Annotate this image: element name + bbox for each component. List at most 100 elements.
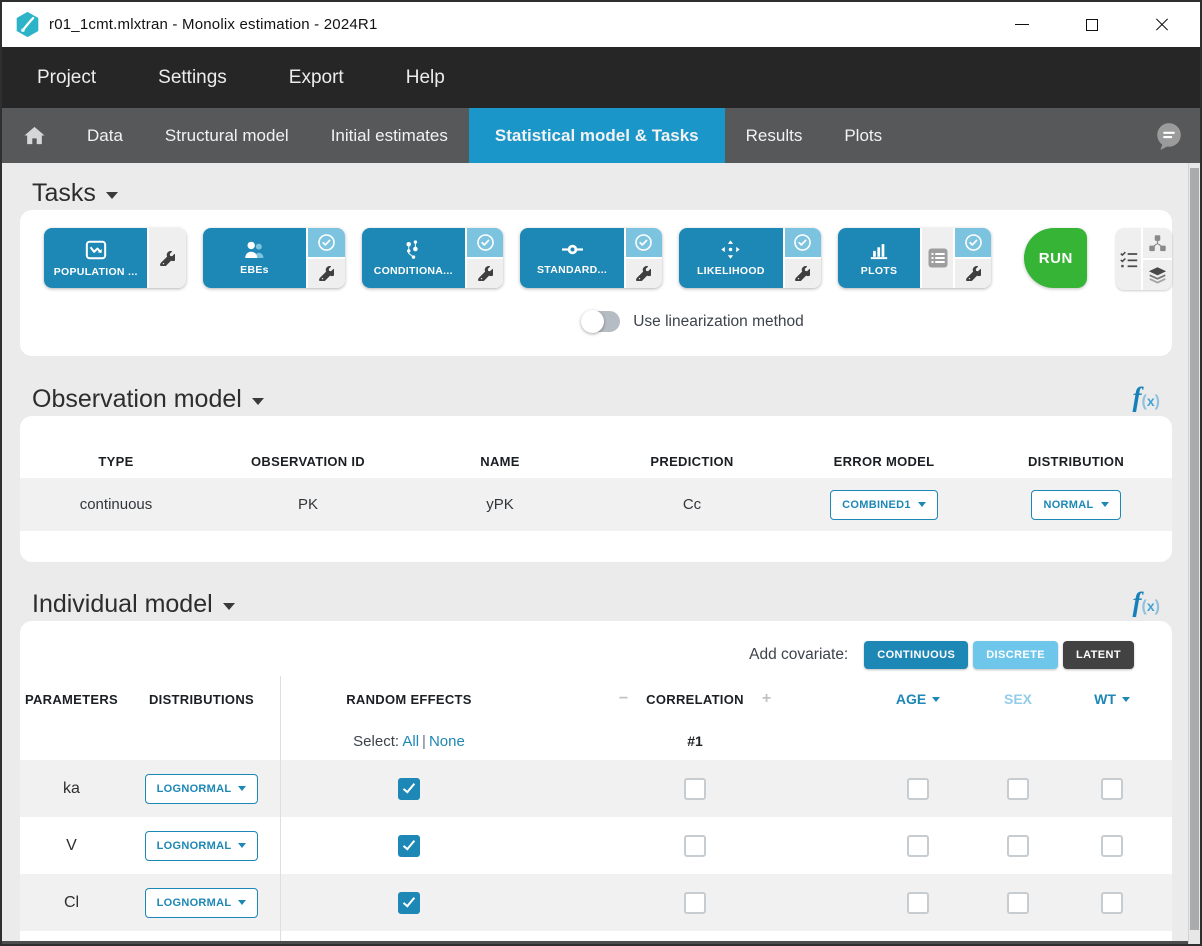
population-parameters-icon xyxy=(85,239,107,261)
correlation-label: CORRELATION xyxy=(646,692,744,707)
feedback-chat-icon[interactable] xyxy=(1154,121,1184,151)
age-checkbox-ka[interactable] xyxy=(907,778,929,800)
task-standard-errors-enabled[interactable] xyxy=(626,228,662,257)
layers-button[interactable] xyxy=(1143,258,1172,290)
collapse-caret-icon[interactable] xyxy=(106,192,118,199)
correlation-checkbox-ka[interactable] xyxy=(684,778,706,800)
random-effect-checkbox-cl[interactable] xyxy=(398,892,420,914)
add-latent-covariate-button[interactable]: LATENT xyxy=(1063,641,1134,669)
minimize-icon xyxy=(1015,24,1029,25)
chevron-down-icon xyxy=(1122,697,1130,702)
tab-results[interactable]: Results xyxy=(725,108,824,163)
covariate-sex-label: SEX xyxy=(1004,691,1032,707)
task-plots-settings[interactable] xyxy=(955,257,991,288)
correlation-checkbox-v[interactable] xyxy=(684,835,706,857)
linearization-row: Use linearization method xyxy=(44,311,1172,332)
covariate-age-dropdown[interactable]: AGE xyxy=(852,691,984,707)
content-area: Tasks POPULATION ... xyxy=(2,163,1200,944)
sex-checkbox-ka[interactable] xyxy=(1007,778,1029,800)
collapse-caret-icon[interactable] xyxy=(252,398,264,405)
task-conditional-main[interactable]: CONDITIONA... xyxy=(362,228,465,288)
task-conditional-enabled[interactable] xyxy=(467,228,503,257)
menu-export[interactable]: Export xyxy=(289,67,344,89)
add-continuous-covariate-button[interactable]: CONTINUOUS xyxy=(864,641,968,669)
distribution-value: LOGNORMAL xyxy=(157,783,232,795)
tab-bar: Data Structural model Initial estimates … xyxy=(2,108,1200,163)
task-ebes-settings[interactable] xyxy=(308,257,344,288)
task-likelihood-enabled[interactable] xyxy=(785,228,821,257)
chevron-down-icon xyxy=(918,502,926,507)
distribution-dropdown[interactable]: NORMAL xyxy=(1031,490,1120,520)
task-standard-errors[interactable]: STANDARD... xyxy=(520,228,662,288)
remove-correlation-button[interactable]: − xyxy=(619,690,628,708)
age-checkbox-v[interactable] xyxy=(907,835,929,857)
menu-help[interactable]: Help xyxy=(406,67,445,89)
individual-model-title: Individual model xyxy=(32,590,213,619)
sex-checkbox-cl[interactable] xyxy=(1007,892,1029,914)
select-none-link[interactable]: None xyxy=(429,733,465,750)
tab-structural-model[interactable]: Structural model xyxy=(144,108,310,163)
wt-checkbox-v[interactable] xyxy=(1101,835,1123,857)
task-standard-errors-settings[interactable] xyxy=(626,257,662,288)
task-likelihood-main[interactable]: LIKELIHOOD xyxy=(679,228,782,288)
tab-plots[interactable]: Plots xyxy=(823,108,903,163)
task-standard-errors-main[interactable]: STANDARD... xyxy=(520,228,623,288)
task-likelihood-settings[interactable] xyxy=(785,257,821,288)
vertical-scrollbar[interactable] xyxy=(1188,163,1200,944)
tasks-section-head: Tasks xyxy=(32,176,1172,210)
sex-checkbox-v[interactable] xyxy=(1007,835,1029,857)
scrollbar-thumb[interactable] xyxy=(1190,168,1199,930)
task-plots-list-button[interactable] xyxy=(920,228,953,288)
close-button[interactable] xyxy=(1150,13,1174,37)
formula-fx-icon[interactable]: f(x) xyxy=(1133,380,1160,419)
random-effect-checkbox-v[interactable] xyxy=(398,835,420,857)
chevron-down-icon xyxy=(1101,502,1109,507)
task-conditional-settings[interactable] xyxy=(467,257,503,288)
covariate-sex-header[interactable]: SEX xyxy=(984,691,1052,707)
task-conditional-distribution[interactable]: CONDITIONA... xyxy=(362,228,504,288)
task-ebes-enabled[interactable] xyxy=(308,228,344,257)
select-separator: | xyxy=(419,733,429,750)
assembly-button[interactable] xyxy=(1143,228,1172,258)
run-button[interactable]: RUN xyxy=(1024,228,1087,288)
add-correlation-button[interactable]: + xyxy=(762,690,771,708)
scenario-checklist-button[interactable] xyxy=(1116,228,1143,290)
task-likelihood[interactable]: LIKELIHOOD xyxy=(679,228,821,288)
formula-fx-icon[interactable]: f(x) xyxy=(1133,585,1160,624)
age-checkbox-cl[interactable] xyxy=(907,892,929,914)
add-discrete-covariate-button[interactable]: DISCRETE xyxy=(973,641,1058,669)
random-effect-checkbox-ka[interactable] xyxy=(398,778,420,800)
task-plots-enabled[interactable] xyxy=(955,228,991,257)
covariate-wt-dropdown[interactable]: WT xyxy=(1052,691,1172,707)
wt-checkbox-ka[interactable] xyxy=(1101,778,1123,800)
menu-project[interactable]: Project xyxy=(37,67,96,89)
collapse-caret-icon[interactable] xyxy=(223,603,235,610)
distribution-dropdown-ka[interactable]: LOGNORMAL xyxy=(145,774,259,804)
task-plots-main[interactable]: PLOTS xyxy=(838,228,920,288)
home-tab[interactable] xyxy=(2,108,66,163)
column-divider xyxy=(280,676,281,944)
maximize-button[interactable] xyxy=(1080,13,1104,37)
task-plots[interactable]: PLOTS xyxy=(838,228,991,288)
task-label: CONDITIONA... xyxy=(374,265,453,277)
wrench-icon xyxy=(478,266,493,281)
plots-icon xyxy=(868,240,890,260)
task-population-settings[interactable] xyxy=(149,228,185,288)
wt-checkbox-cl[interactable] xyxy=(1101,892,1123,914)
task-ebes[interactable]: EBEs xyxy=(203,228,345,288)
task-population-parameters[interactable]: POPULATION ... xyxy=(44,228,186,288)
menu-settings[interactable]: Settings xyxy=(158,67,227,89)
correlation-checkbox-cl[interactable] xyxy=(684,892,706,914)
distribution-dropdown-v[interactable]: LOGNORMAL xyxy=(145,831,259,861)
tab-data[interactable]: Data xyxy=(66,108,144,163)
select-all-link[interactable]: All xyxy=(402,733,419,750)
distribution-dropdown-cl[interactable]: LOGNORMAL xyxy=(145,888,259,918)
linearization-toggle[interactable] xyxy=(582,311,620,332)
tab-statistical-model-tasks[interactable]: Statistical model & Tasks xyxy=(469,108,725,163)
task-ebes-main[interactable]: EBEs xyxy=(203,228,306,288)
error-model-dropdown[interactable]: COMBINED1 xyxy=(830,490,938,520)
minimize-button[interactable] xyxy=(1010,13,1034,37)
tasks-card: POPULATION ... EBEs xyxy=(20,210,1172,356)
task-population-main[interactable]: POPULATION ... xyxy=(44,228,147,288)
tab-initial-estimates[interactable]: Initial estimates xyxy=(310,108,469,163)
